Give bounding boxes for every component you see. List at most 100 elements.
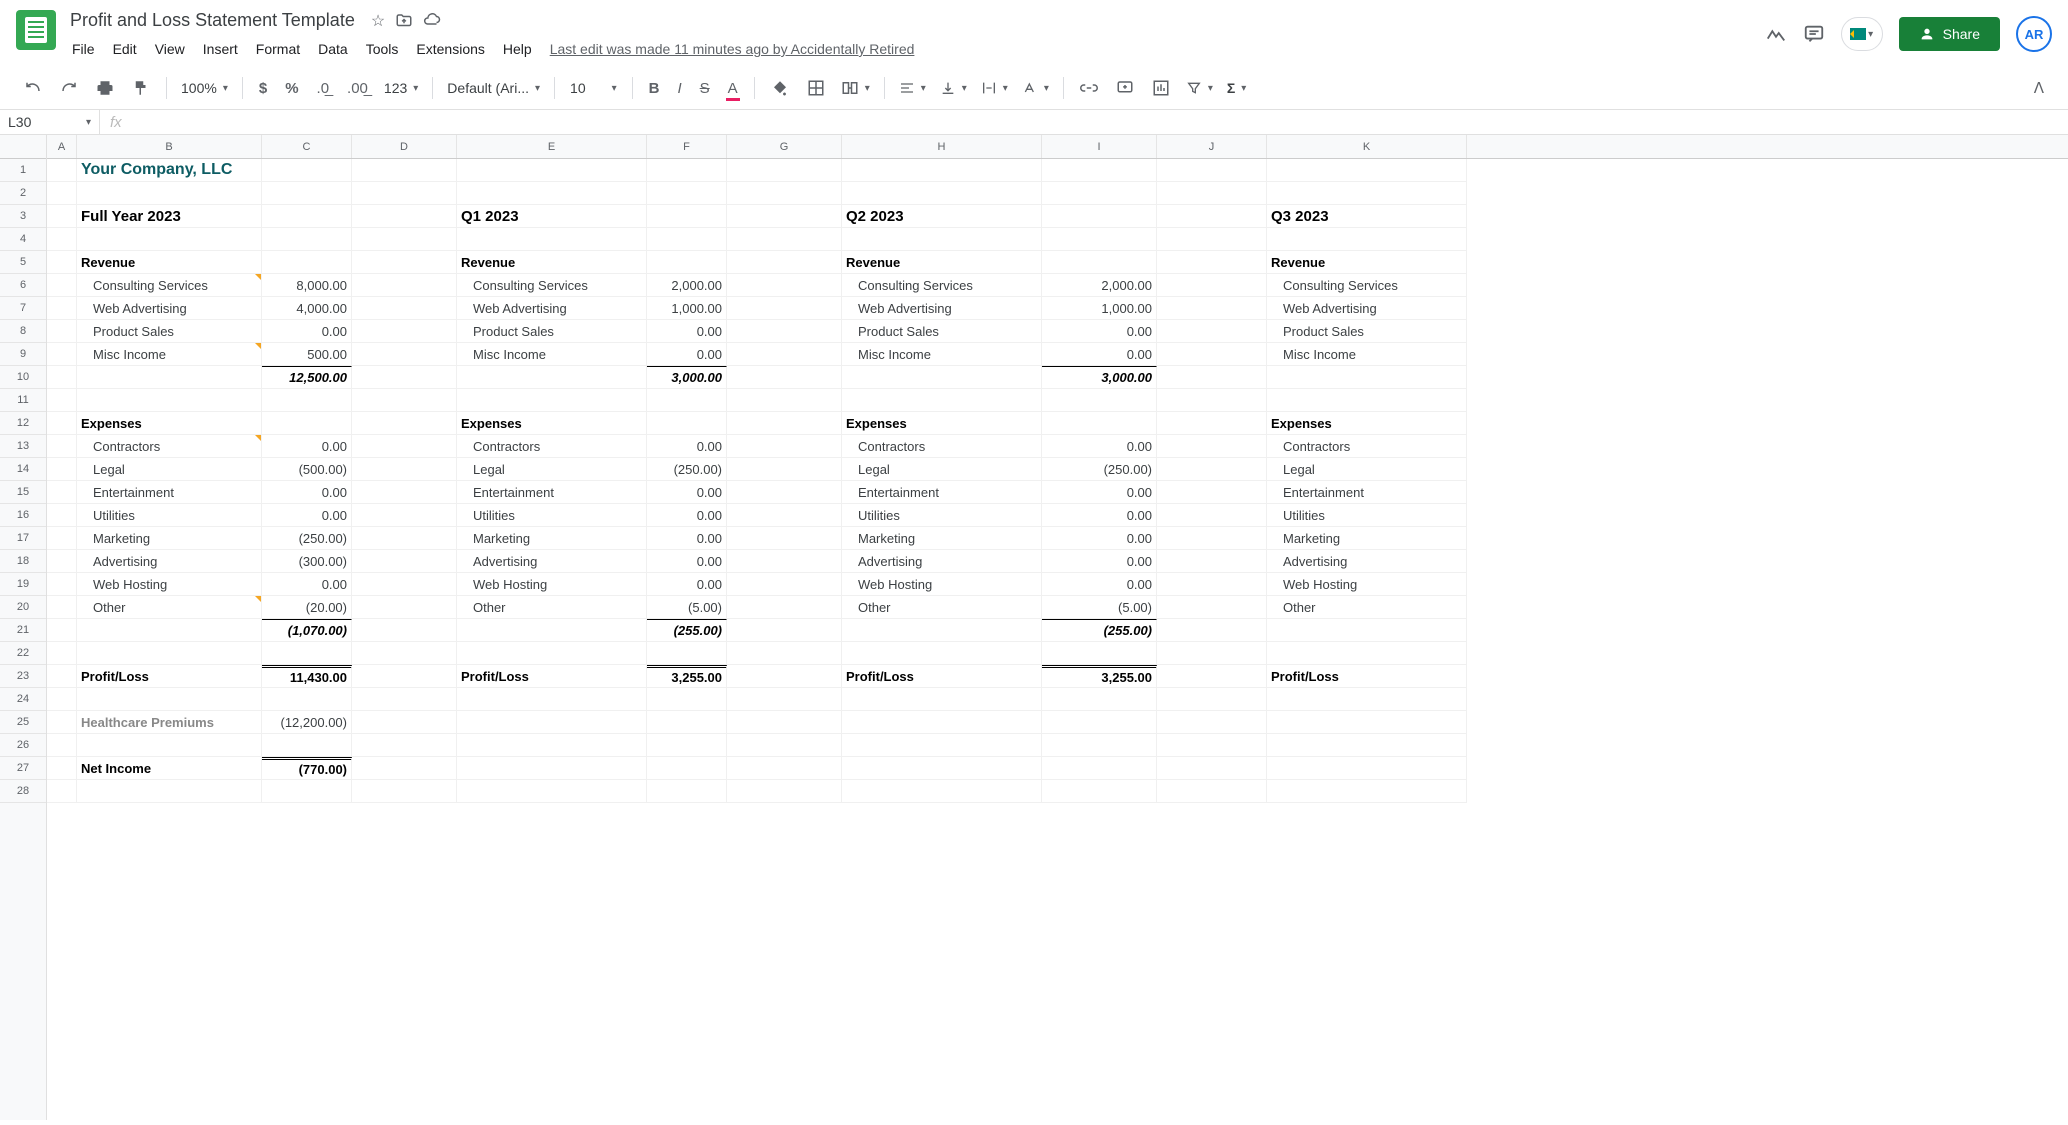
row-header[interactable]: 4 xyxy=(0,228,46,251)
col-header-C[interactable]: C xyxy=(262,135,352,158)
cell[interactable] xyxy=(47,573,77,596)
cell[interactable]: Contractors xyxy=(842,435,1042,458)
format-currency-icon[interactable]: $ xyxy=(251,74,275,103)
cell[interactable] xyxy=(47,665,77,688)
col-header-A[interactable]: A xyxy=(47,135,77,158)
row-header[interactable]: 7 xyxy=(0,297,46,320)
cell[interactable] xyxy=(727,251,842,274)
cell[interactable] xyxy=(352,297,457,320)
cell[interactable] xyxy=(47,481,77,504)
cell[interactable]: Product Sales xyxy=(77,320,262,343)
cell[interactable] xyxy=(352,458,457,481)
row-header[interactable]: 11 xyxy=(0,389,46,412)
cell[interactable] xyxy=(1042,228,1157,251)
meet-icon[interactable]: ▾ xyxy=(1841,17,1883,51)
cell[interactable] xyxy=(1157,297,1267,320)
cell[interactable] xyxy=(1042,205,1157,228)
cell[interactable] xyxy=(1267,619,1467,642)
menu-edit[interactable]: Edit xyxy=(105,37,145,61)
text-color-icon[interactable]: A xyxy=(720,74,746,103)
h-align-select[interactable]: ▾ xyxy=(893,76,932,100)
comment-history-icon[interactable] xyxy=(1803,23,1825,45)
row-header[interactable]: 23 xyxy=(0,665,46,688)
cell[interactable] xyxy=(352,320,457,343)
cell[interactable] xyxy=(1157,504,1267,527)
font-select[interactable]: Default (Ari...▾ xyxy=(441,76,546,100)
cell[interactable] xyxy=(1157,182,1267,205)
cell[interactable] xyxy=(647,757,727,780)
cell[interactable] xyxy=(47,412,77,435)
cell[interactable]: 0.00 xyxy=(647,481,727,504)
cell[interactable] xyxy=(77,619,262,642)
cell[interactable]: Consulting Services xyxy=(77,274,262,297)
cell[interactable] xyxy=(1042,688,1157,711)
row-header[interactable]: 27 xyxy=(0,757,46,780)
cell[interactable] xyxy=(352,182,457,205)
row-header[interactable]: 15 xyxy=(0,481,46,504)
cell[interactable] xyxy=(47,159,77,182)
cell[interactable] xyxy=(352,205,457,228)
share-button[interactable]: Share xyxy=(1899,17,2000,51)
cell[interactable] xyxy=(262,389,352,412)
cell[interactable] xyxy=(352,688,457,711)
cell[interactable] xyxy=(47,389,77,412)
cell[interactable]: Contractors xyxy=(77,435,262,458)
cell[interactable] xyxy=(47,734,77,757)
cell[interactable] xyxy=(352,734,457,757)
cell[interactable] xyxy=(727,688,842,711)
cell[interactable]: Q3 2023 xyxy=(1267,205,1467,228)
cell[interactable]: Advertising xyxy=(842,550,1042,573)
cell[interactable] xyxy=(47,366,77,389)
borders-icon[interactable] xyxy=(799,73,833,103)
cell[interactable]: Net Income xyxy=(77,757,262,780)
cell[interactable] xyxy=(352,550,457,573)
cell[interactable]: 0.00 xyxy=(262,573,352,596)
cell[interactable] xyxy=(1042,734,1157,757)
more-formats-select[interactable]: 123▾ xyxy=(378,76,424,100)
cell[interactable] xyxy=(647,734,727,757)
cell[interactable]: 0.00 xyxy=(262,481,352,504)
cell[interactable]: Consulting Services xyxy=(842,274,1042,297)
cell[interactable] xyxy=(1042,251,1157,274)
cell[interactable] xyxy=(727,780,842,803)
cell[interactable]: Marketing xyxy=(1267,527,1467,550)
text-rotation-select[interactable]: ▾ xyxy=(1016,76,1055,100)
cell[interactable] xyxy=(1157,251,1267,274)
cell[interactable]: Expenses xyxy=(77,412,262,435)
cell[interactable]: Contractors xyxy=(1267,435,1467,458)
cell[interactable] xyxy=(1267,159,1467,182)
cell[interactable] xyxy=(262,228,352,251)
document-title[interactable]: Profit and Loss Statement Template xyxy=(64,8,361,33)
cell[interactable] xyxy=(1042,711,1157,734)
cell[interactable]: Misc Income xyxy=(1267,343,1467,366)
cell[interactable]: Profit/Loss xyxy=(842,665,1042,688)
select-all-corner[interactable] xyxy=(0,135,46,159)
cell[interactable] xyxy=(727,504,842,527)
cell[interactable]: Misc Income xyxy=(457,343,647,366)
cell[interactable] xyxy=(262,734,352,757)
font-size-select[interactable]: 10▾ xyxy=(563,75,624,101)
cell[interactable]: (770.00) xyxy=(262,757,352,780)
cell[interactable]: 11,430.00 xyxy=(262,665,352,688)
filter-select[interactable]: ▾ xyxy=(1180,76,1219,100)
cell[interactable] xyxy=(352,619,457,642)
cell[interactable] xyxy=(727,274,842,297)
cell[interactable]: Web Hosting xyxy=(77,573,262,596)
cell[interactable] xyxy=(1157,550,1267,573)
cell[interactable] xyxy=(727,297,842,320)
cell[interactable] xyxy=(647,228,727,251)
cell[interactable]: Profit/Loss xyxy=(77,665,262,688)
cell[interactable] xyxy=(352,757,457,780)
cell[interactable] xyxy=(1157,205,1267,228)
cell[interactable]: 0.00 xyxy=(647,527,727,550)
cell[interactable] xyxy=(727,757,842,780)
cell[interactable] xyxy=(352,389,457,412)
cell[interactable] xyxy=(262,780,352,803)
row-header[interactable]: 2 xyxy=(0,182,46,205)
cell[interactable] xyxy=(77,688,262,711)
cell[interactable] xyxy=(457,711,647,734)
cell[interactable] xyxy=(727,412,842,435)
cell[interactable] xyxy=(727,665,842,688)
row-header[interactable]: 3 xyxy=(0,205,46,228)
cell[interactable] xyxy=(47,205,77,228)
